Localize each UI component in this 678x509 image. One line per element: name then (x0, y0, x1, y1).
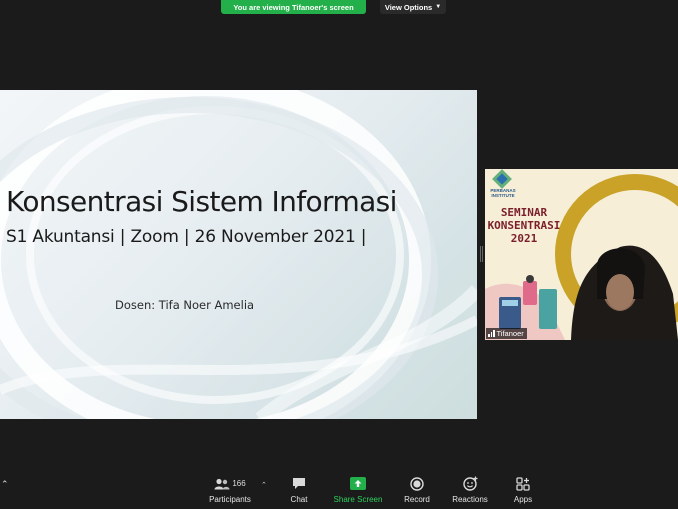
reactions-button[interactable]: Reactions (440, 475, 500, 504)
share-screen-icon (350, 477, 366, 490)
viewing-screen-banner: You are viewing Tifanoer's screen (221, 0, 366, 14)
participants-icon (214, 478, 230, 489)
panel-resize-handle[interactable] (480, 246, 483, 262)
chat-button[interactable]: Chat (269, 475, 329, 504)
chevron-down-icon: ▼ (435, 4, 442, 10)
share-screen-button[interactable]: Share Screen (328, 475, 388, 504)
meeting-controls-toolbar: ⌃ 166 Participants ⌃ Chat Share Screen R… (0, 469, 678, 509)
view-options-button[interactable]: View Options ▼ (380, 0, 446, 14)
participant-count: 166 (232, 479, 246, 488)
chat-icon (293, 478, 305, 489)
seminar-poster-text: SEMINAR KONSENTRASI 2021 (485, 206, 563, 245)
chat-label: Chat (290, 495, 308, 504)
reactions-label: Reactions (452, 495, 488, 504)
record-label: Record (404, 495, 430, 504)
reactions-icon (462, 476, 477, 491)
participant-name-tag: Tifanoer (486, 328, 527, 339)
slide-swirl-decoration (0, 90, 477, 419)
poster-line-konsentrasi: KONSENTRASI (487, 219, 561, 232)
record-button[interactable]: Record (387, 475, 447, 504)
institute-logo-text: PERBANAS INSTITUTE (490, 188, 516, 198)
participants-label: Participants (209, 495, 251, 504)
poster-line-year: 2021 (510, 232, 538, 245)
slide-subtitle: S1 Akuntansi | Zoom | 26 November 2021 | (6, 227, 367, 247)
slide-lecturer: Dosen: Tifa Noer Amelia (115, 298, 255, 312)
view-options-label: View Options (384, 2, 433, 12)
slide-title: Konsentrasi Sistem Informasi (6, 185, 397, 218)
shared-screen-slide: Konsentrasi Sistem Informasi S1 Akuntans… (0, 90, 477, 419)
participants-options-chevron-icon[interactable]: ⌃ (261, 481, 267, 489)
participant-name: Tifanoer (496, 329, 524, 338)
participants-button[interactable]: 166 Participants (200, 475, 260, 504)
apps-icon (516, 476, 530, 491)
chevron-up-icon[interactable]: ⌃ (1, 479, 9, 490)
share-screen-label: Share Screen (333, 495, 383, 504)
signal-strength-icon (488, 330, 495, 337)
banner-text: You are viewing Tifanoer's screen (233, 2, 354, 12)
apps-button[interactable]: Apps (493, 475, 553, 504)
participant-video-tile[interactable]: PERBANAS INSTITUTE SEMINAR KONSENTRASI 2… (485, 169, 678, 340)
apps-label: Apps (513, 495, 533, 504)
poster-line-seminar: SEMINAR (500, 206, 548, 219)
record-icon (410, 476, 424, 491)
